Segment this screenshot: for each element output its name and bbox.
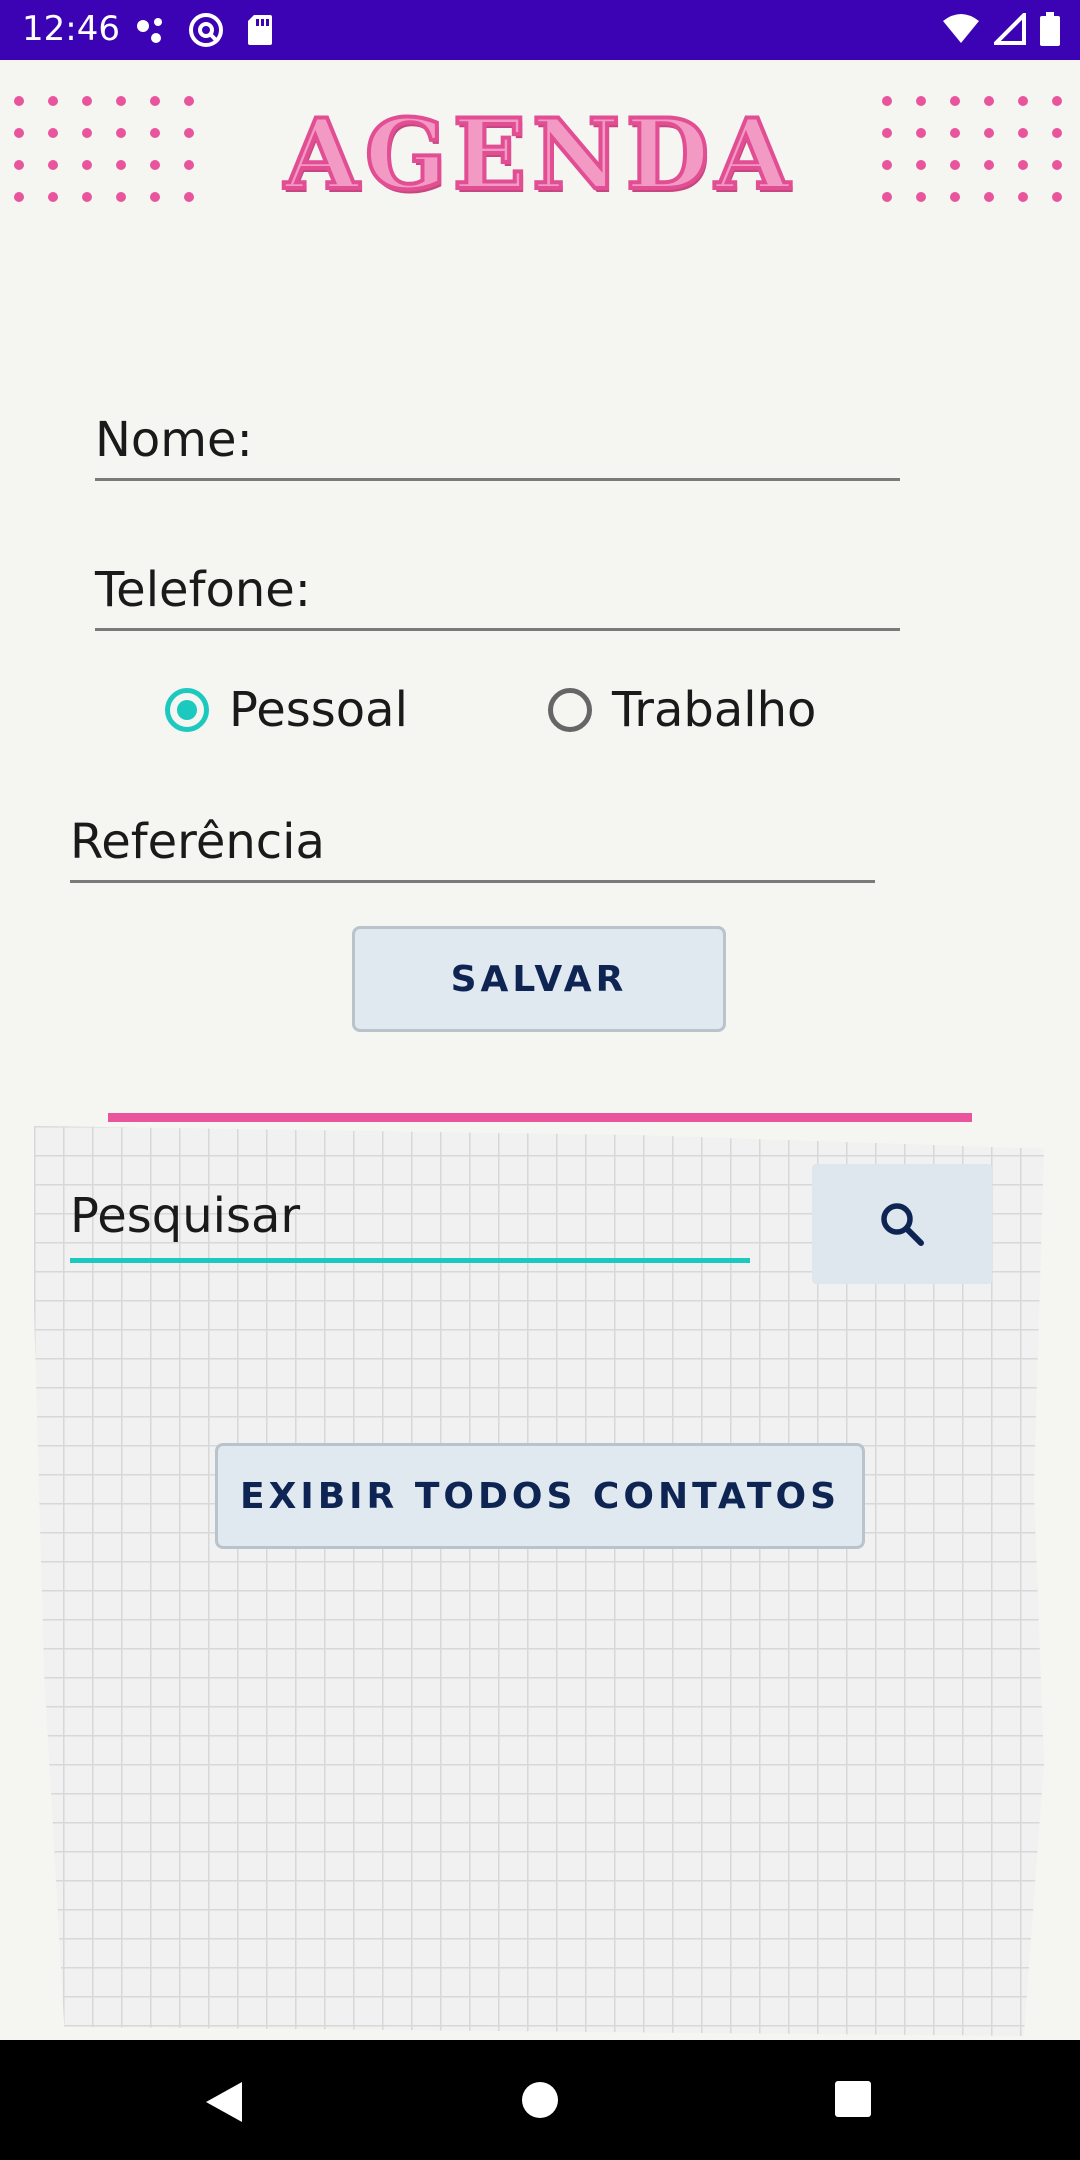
divider-line — [108, 1113, 972, 1122]
home-icon[interactable] — [520, 2080, 560, 2120]
referencia-underline — [70, 880, 875, 883]
radio-pessoal-button[interactable] — [165, 688, 209, 732]
nome-field[interactable]: Nome: — [95, 412, 253, 468]
search-icon — [881, 1203, 924, 1246]
search-button[interactable] — [812, 1164, 992, 1284]
nome-underline — [95, 478, 900, 481]
save-button[interactable]: SALVAR — [352, 926, 726, 1032]
status-icons-left — [134, 12, 274, 48]
battery-icon — [1040, 12, 1060, 46]
sd-card-icon — [248, 15, 272, 45]
recents-icon[interactable] — [834, 2080, 872, 2118]
show-all-contacts-button[interactable]: EXIBIR TODOS CONTATOS — [215, 1443, 865, 1549]
radio-option-pessoal[interactable]: Pessoal — [165, 682, 408, 738]
radio-option-trabalho[interactable]: Trabalho — [548, 682, 816, 738]
telefone-field[interactable]: Telefone: — [95, 562, 311, 618]
search-input[interactable]: Pesquisar — [70, 1188, 300, 1244]
referencia-field[interactable]: Referência — [70, 814, 325, 870]
signal-icon — [994, 13, 1026, 45]
search-underline — [70, 1258, 750, 1263]
status-bar: 12:46 — [0, 0, 1080, 60]
app-title: AGENDA — [282, 96, 796, 213]
radio-trabalho-button[interactable] — [548, 688, 592, 732]
radio-trabalho-label: Trabalho — [612, 682, 817, 738]
wifi-icon — [943, 14, 979, 43]
status-icons-right — [942, 12, 1060, 46]
navigation-bar — [0, 2040, 1080, 2160]
back-icon[interactable] — [204, 2080, 244, 2124]
notification-dots-icon — [137, 18, 162, 43]
status-time: 12:46 — [22, 9, 120, 49]
at-sign-icon — [189, 13, 223, 47]
telefone-underline — [95, 628, 900, 631]
radio-pessoal-label: Pessoal — [229, 682, 408, 738]
